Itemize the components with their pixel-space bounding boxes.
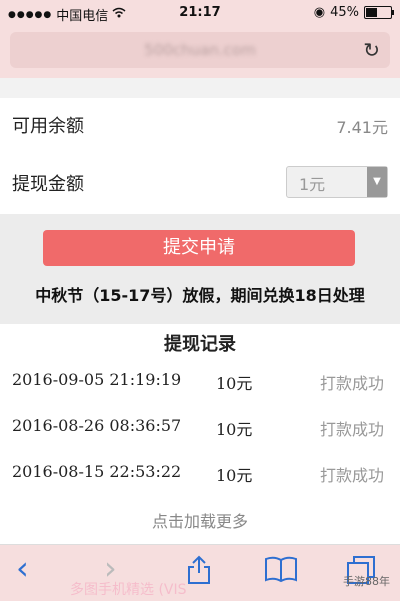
withdraw-records: 提现记录 2016-09-05 21:19:19 10元 打款成功 2016-0… — [0, 324, 400, 544]
withdraw-amount-select[interactable]: 1元 ▼ — [286, 166, 388, 198]
records-title: 提现记录 — [164, 334, 236, 355]
record-date: 2016-08-15 22:53:22 — [12, 462, 182, 481]
record-status: 打款成功 — [319, 466, 384, 485]
table-row: 2016-08-26 08:36:57 10元 打款成功 — [0, 408, 400, 448]
status-right: ◉ 45% — [313, 5, 394, 20]
battery-icon — [364, 6, 394, 19]
share-icon[interactable] — [186, 555, 212, 592]
holiday-notice: 中秋节（15-17号）放假，期间兑换18日处理 — [35, 286, 365, 305]
chevron-down-icon[interactable]: ▼ — [367, 167, 387, 197]
withdraw-label: 提现金额 — [12, 174, 84, 195]
status-bar: ●●●●● 中国电信 21:17 ◉ 45% — [0, 0, 400, 26]
withdraw-row: 提现金额 1元 ▼ — [0, 156, 400, 206]
balance-value: 7.41元 — [336, 118, 388, 137]
url-text: 500chuan.com — [144, 41, 256, 59]
back-icon[interactable]: ‹ — [16, 549, 29, 587]
record-amount: 10元 — [216, 466, 253, 485]
table-row: 2016-08-15 22:53:22 10元 打款成功 — [0, 454, 400, 494]
bookmarks-icon[interactable] — [264, 555, 298, 590]
record-status: 打款成功 — [319, 374, 384, 393]
record-amount: 10元 — [216, 374, 253, 393]
rotation-lock-icon: ◉ — [313, 5, 326, 20]
browser-toolbar: ‹ › 多图手机精选 (VIS 手游88年 — [0, 544, 400, 601]
table-row: 2016-09-05 21:19:19 10元 打款成功 — [0, 362, 400, 402]
balance-row: 可用余额 7.41元 — [0, 98, 400, 148]
record-status: 打款成功 — [319, 420, 384, 439]
address-bar[interactable]: 500chuan.com ↻ — [10, 32, 390, 68]
balance-card: 可用余额 7.41元 提现金额 1元 ▼ — [0, 98, 400, 214]
watermark-right: 手游88年 — [343, 575, 390, 588]
action-area: 提交申请 中秋节（15-17号）放假，期间兑换18日处理 — [0, 214, 400, 324]
record-date: 2016-09-05 21:19:19 — [12, 370, 182, 389]
balance-label: 可用余额 — [12, 116, 84, 137]
battery-percent: 45% — [330, 5, 359, 20]
submit-button[interactable]: 提交申请 — [43, 230, 355, 266]
record-date: 2016-08-26 08:36:57 — [12, 416, 182, 435]
browser-header: 500chuan.com ↻ — [0, 26, 400, 78]
load-more-link[interactable]: 点击加载更多 — [0, 508, 400, 532]
reload-icon[interactable]: ↻ — [363, 38, 380, 62]
withdraw-selected-value: 1元 — [299, 175, 326, 194]
record-amount: 10元 — [216, 420, 253, 439]
watermark-text: 多图手机精选 (VIS — [70, 582, 187, 598]
